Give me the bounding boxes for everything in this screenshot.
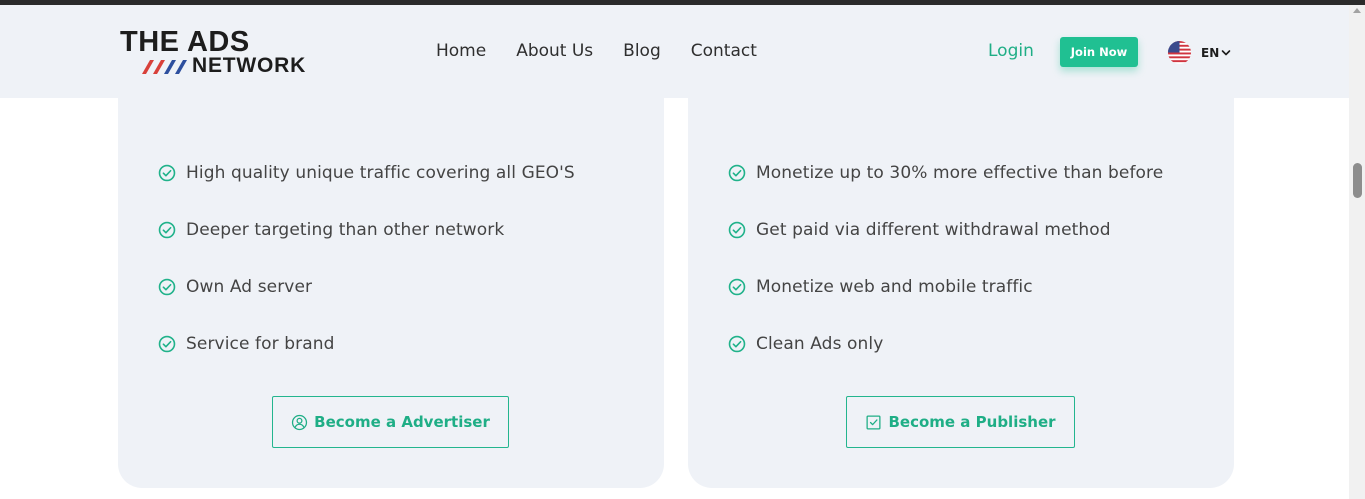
publisher-card: Monetize up to 30% more effective than b…	[688, 40, 1234, 488]
scroll-up-arrow-icon[interactable]	[1353, 8, 1361, 13]
feature-text: Service for brand	[186, 333, 335, 354]
list-item: Deeper targeting than other network	[158, 201, 575, 258]
join-now-button[interactable]: Join Now	[1060, 37, 1138, 67]
feature-text: Deeper targeting than other network	[186, 219, 505, 240]
language-selector[interactable]: EN	[1167, 40, 1231, 65]
feature-text: Own Ad server	[186, 276, 313, 297]
check-circle-icon	[158, 164, 176, 181]
us-flag-icon	[1167, 40, 1192, 65]
user-circle-icon	[292, 414, 308, 430]
become-advertiser-button[interactable]: Become a Advertiser	[272, 396, 509, 448]
list-item: Monetize web and mobile traffic	[728, 258, 1163, 315]
logo-stripes-icon	[142, 60, 187, 74]
vertical-scrollbar[interactable]	[1349, 5, 1365, 499]
check-circle-icon	[728, 335, 746, 352]
list-item: Monetize up to 30% more effective than b…	[728, 144, 1163, 201]
logo-line-1: THE ADS	[120, 26, 250, 58]
nav-about-us[interactable]: About Us	[516, 41, 593, 61]
logo-line-2: NETWORK	[192, 54, 307, 77]
list-item: High quality unique traffic covering all…	[158, 144, 575, 201]
become-advertiser-label: Become a Advertiser	[314, 413, 490, 431]
site-header: THE ADS NETWORK Home About Us Blog Conta…	[0, 5, 1349, 98]
feature-text: Get paid via different withdrawal method	[756, 219, 1111, 240]
check-square-icon	[866, 414, 881, 430]
nav-home[interactable]: Home	[436, 41, 486, 61]
feature-text: Monetize web and mobile traffic	[756, 276, 1033, 297]
feature-text: Clean Ads only	[756, 333, 884, 354]
nav-contact[interactable]: Contact	[691, 41, 757, 61]
check-circle-icon	[728, 221, 746, 238]
become-publisher-label: Become a Publisher	[888, 413, 1056, 431]
list-item: Own Ad server	[158, 258, 575, 315]
list-item: Get paid via different withdrawal method	[728, 201, 1163, 258]
publisher-feature-list: Monetize up to 30% more effective than b…	[728, 144, 1163, 372]
site-logo[interactable]: THE ADS NETWORK	[120, 27, 320, 79]
scrollbar-thumb[interactable]	[1353, 163, 1362, 198]
chevron-down-icon	[1221, 49, 1231, 55]
check-circle-icon	[728, 278, 746, 295]
check-circle-icon	[158, 335, 176, 352]
language-code: EN	[1201, 45, 1220, 60]
check-circle-icon	[158, 221, 176, 238]
list-item: Service for brand	[158, 315, 575, 372]
check-circle-icon	[728, 164, 746, 181]
check-circle-icon	[158, 278, 176, 295]
advertiser-feature-list: High quality unique traffic covering all…	[158, 144, 575, 372]
advertiser-card: High quality unique traffic covering all…	[118, 40, 664, 488]
become-publisher-button[interactable]: Become a Publisher	[846, 396, 1075, 448]
main-nav: Home About Us Blog Contact	[436, 41, 787, 61]
list-item: Clean Ads only	[728, 315, 1163, 372]
feature-text: Monetize up to 30% more effective than b…	[756, 162, 1164, 183]
nav-blog[interactable]: Blog	[623, 41, 661, 61]
feature-text: High quality unique traffic covering all…	[186, 162, 575, 183]
login-link[interactable]: Login	[988, 41, 1034, 61]
